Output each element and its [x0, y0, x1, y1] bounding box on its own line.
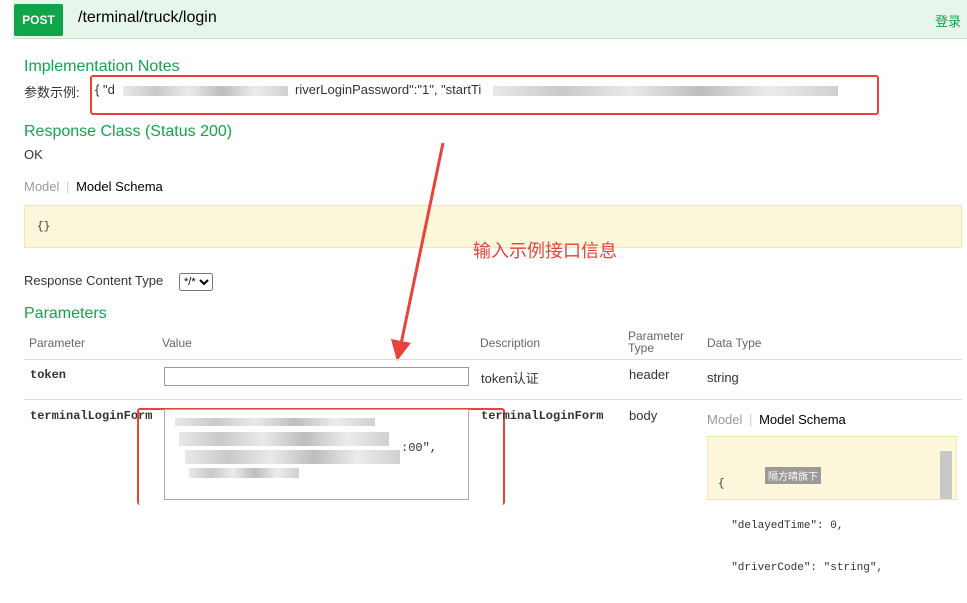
token-input[interactable] — [164, 367, 469, 386]
schema-line: "driverCode": "string", — [718, 562, 884, 574]
schema-scrollbar[interactable] — [940, 451, 952, 499]
tab-model-schema[interactable]: Model Schema — [76, 179, 163, 194]
header-divider — [24, 359, 962, 360]
example-label: 参数示例: — [24, 85, 80, 100]
body-schema-box[interactable]: { "delayedTime": 0, "driverCode": "strin… — [707, 436, 957, 574]
col-parameter: Parameter — [29, 336, 86, 350]
col-description: Description — [480, 336, 541, 350]
annotation-arrow — [391, 142, 445, 361]
param-name-token: token — [30, 368, 67, 382]
operation-body: Implementation Notes 参数示例: { "d riverLog… — [13, 39, 967, 574]
content-type-label: Response Content Type — [24, 273, 164, 288]
param-type-token: header — [629, 367, 670, 382]
param-name-body: terminalLoginForm — [30, 409, 153, 423]
response-model-tabs: Model | Model Schema — [24, 179, 163, 194]
col-data-type: Data Type — [707, 336, 762, 350]
param-desc-body: terminalLoginForm — [481, 409, 604, 423]
param-datatype-token: string — [707, 370, 739, 385]
body-textarea[interactable]: :00", — [164, 409, 469, 500]
response-class-heading: Response Class (Status 200) — [24, 123, 233, 140]
watermark: 隔方晴旗下 — [765, 467, 821, 484]
schema-line: "delayedTime": 0, — [718, 520, 844, 532]
tab-model-schema[interactable]: Model Schema — [759, 412, 846, 427]
col-value: Value — [162, 336, 192, 350]
response-schema-text: {} — [37, 221, 51, 233]
param-type-body: body — [629, 408, 658, 423]
endpoint-path[interactable]: /terminal/truck/login — [78, 9, 217, 27]
highlight-box — [90, 75, 879, 115]
http-method-badge: POST — [14, 4, 63, 36]
annotation-text: 输入示例接口信息 — [473, 241, 617, 261]
body-model-tabs: Model | Model Schema — [707, 412, 846, 427]
body-visible-fragment: :00", — [401, 441, 438, 455]
operation-header[interactable]: POST /terminal/truck/login 登录 — [13, 0, 967, 39]
param-desc-token: token认证 — [481, 371, 539, 386]
content-type-select[interactable]: */* — [179, 273, 213, 291]
tab-model[interactable]: Model — [707, 412, 742, 427]
response-status: OK — [24, 147, 43, 162]
row-divider — [24, 399, 962, 400]
login-link[interactable]: 登录 — [935, 11, 961, 30]
col-parameter-type: Parameter Type — [628, 329, 685, 355]
parameters-heading: Parameters — [24, 305, 107, 322]
implementation-notes-heading: Implementation Notes — [24, 58, 180, 75]
tab-model[interactable]: Model — [24, 179, 59, 194]
